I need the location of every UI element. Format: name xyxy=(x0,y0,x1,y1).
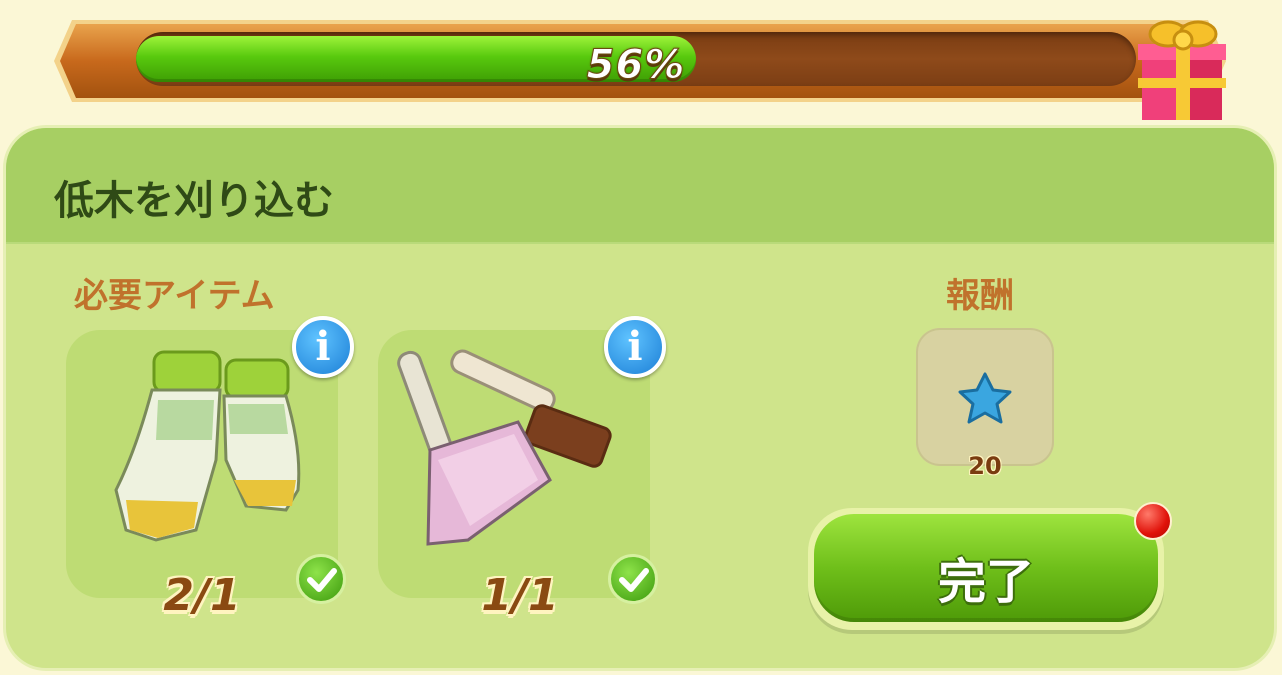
required-items-label: 必要アイテム xyxy=(74,276,275,316)
complete-button-label: 完了 xyxy=(937,554,1034,610)
complete-button-face: 完了 xyxy=(814,514,1158,622)
required-item-gloves[interactable]: i 2/1 xyxy=(66,316,354,621)
item-count: 1/1 xyxy=(481,570,559,621)
required-item-dustpan[interactable]: i 1/1 xyxy=(378,316,666,621)
notification-dot xyxy=(1134,502,1172,540)
reward-label: 報酬 xyxy=(946,276,1014,316)
check-icon xyxy=(296,554,346,604)
reward-value: 20 xyxy=(968,452,1002,480)
complete-button[interactable]: 完了 xyxy=(808,508,1164,630)
progress-percent: 56% xyxy=(586,42,686,89)
gift-box-icon[interactable] xyxy=(1132,14,1232,126)
info-button[interactable]: i xyxy=(604,316,666,378)
task-panel: 低木を刈り込む 必要アイテム 報酬 i 2/1 i 1/1 20 完了 xyxy=(6,128,1274,668)
task-header: 低木を刈り込む xyxy=(6,128,1274,244)
item-count: 2/1 xyxy=(163,570,241,621)
progress-bar: 56% xyxy=(52,18,1228,120)
progress-track: 56% xyxy=(136,32,1136,89)
task-title: 低木を刈り込む xyxy=(54,178,334,224)
info-button[interactable]: i xyxy=(292,316,354,378)
check-icon xyxy=(608,554,658,604)
blue-star-icon xyxy=(958,372,1012,424)
reward-slot xyxy=(916,328,1054,466)
